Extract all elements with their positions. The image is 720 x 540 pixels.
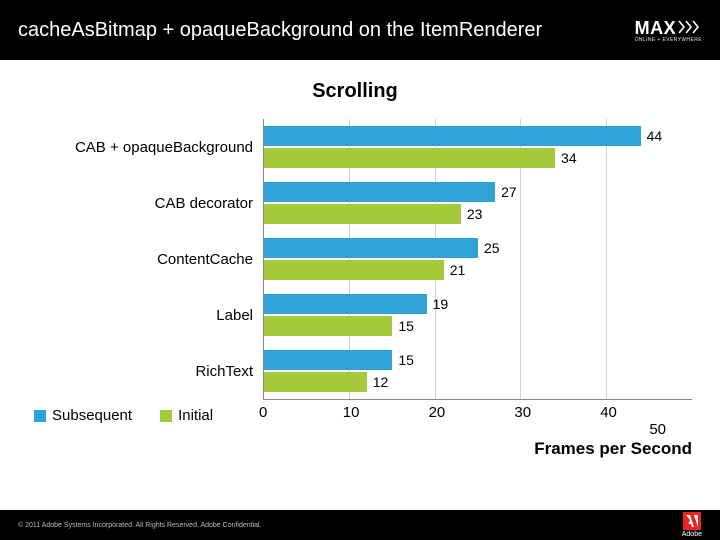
y-label: CAB + opaqueBackground [18,119,263,175]
chart: Scrolling CAB + opaqueBackground CAB dec… [0,60,720,427]
y-label: Label [18,287,263,343]
bar [264,238,478,258]
bar-row: 27 23 [264,175,692,231]
slide-title: cacheAsBitmap + opaqueBackground on the … [18,19,542,42]
logo-sub-text: ONLINE + EVERYWHERE [635,37,702,43]
bar [264,260,444,280]
max-logo: MAX ONLINE + EVERYWHERE [635,18,702,43]
chevron-icon [678,18,700,39]
bar-value: 21 [450,262,466,278]
bar-row: 44 34 [264,119,692,175]
y-axis-labels: CAB + opaqueBackground CAB decorator Con… [18,119,263,400]
x-axis: 0 10 20 30 40 50 [18,404,692,421]
copyright-text: © 2011 Adobe Systems Incorporated. All R… [18,522,262,529]
slide-header: cacheAsBitmap + opaqueBackground on the … [0,0,720,60]
x-axis-label: Frames per Second [534,439,692,459]
bar-value: 34 [561,150,577,166]
slide-footer: © 2011 Adobe Systems Incorporated. All R… [0,510,720,540]
bar [264,204,461,224]
adobe-label: Adobe [682,531,702,538]
bar-value: 12 [373,374,389,390]
y-label: CAB decorator [18,175,263,231]
bar [264,294,427,314]
bar-value: 25 [484,240,500,256]
bar-row: 1915 [264,287,692,343]
logo-main-text: MAX [635,18,701,39]
bar-value: 15 [398,352,414,368]
bar-value: 44 [647,128,663,144]
x-tick: 20 [429,404,515,421]
bar [264,182,495,202]
bar-value: 15 [398,318,414,334]
bar [264,350,392,370]
y-label: ContentCache [18,231,263,287]
plot-area: 44342723252119151512 [263,119,692,400]
x-tick: 40 [600,404,686,421]
bar [264,126,641,146]
bar-value: 19 [433,296,449,312]
chart-title: Scrolling [18,80,692,103]
bar-value: 27 [501,184,517,200]
x-tick: 0 [259,404,345,421]
bar [264,316,392,336]
x-tick: 50 [649,421,666,438]
y-label: RichText [18,343,263,399]
adobe-logo: Adobe [682,512,702,538]
x-tick: 10 [343,404,429,421]
bar [264,372,367,392]
bar-row: 25 21 [264,231,692,287]
bar [264,148,555,168]
bar-value: 23 [467,206,483,222]
x-tick: 30 [514,404,600,421]
bar-row: 1512 [264,343,692,399]
adobe-icon [683,512,701,530]
